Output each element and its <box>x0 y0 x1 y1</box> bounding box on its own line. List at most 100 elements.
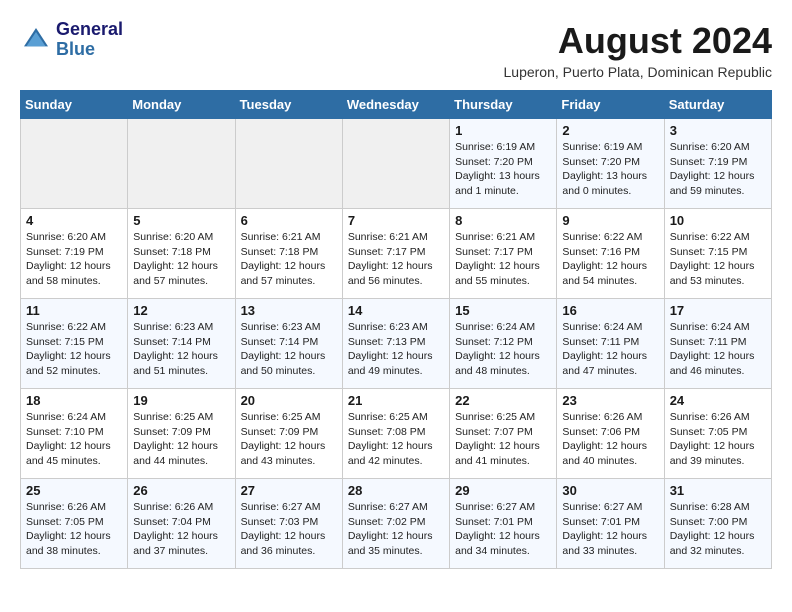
calendar-cell: 15Sunrise: 6:24 AM Sunset: 7:12 PM Dayli… <box>450 299 557 389</box>
week-row-4: 25Sunrise: 6:26 AM Sunset: 7:05 PM Dayli… <box>21 479 772 569</box>
day-info: Sunrise: 6:22 AM Sunset: 7:15 PM Dayligh… <box>670 230 766 289</box>
header-cell-sunday: Sunday <box>21 91 128 119</box>
calendar-cell: 31 Sunrise: 6:28 AM Sunset: 7:00 PM Dayli… <box>664 479 771 569</box>
day-number: 19 <box>133 393 229 408</box>
day-number: 27 <box>241 483 337 498</box>
logo: General Blue <box>20 20 123 60</box>
calendar-cell <box>21 119 128 209</box>
day-info: Sunrise: 6:22 AM Sunset: 7:15 PM Dayligh… <box>26 320 122 379</box>
day-number: 28 <box>348 483 444 498</box>
day-info: Sunrise: 6:22 AM Sunset: 7:16 PM Dayligh… <box>562 230 658 289</box>
day-number: 21 <box>348 393 444 408</box>
day-number: 11 <box>26 303 122 318</box>
logo-icon <box>20 24 52 56</box>
day-number: 8 <box>455 213 551 228</box>
calendar-cell <box>128 119 235 209</box>
calendar-cell: 29Sunrise: 6:27 AM Sunset: 7:01 PM Dayli… <box>450 479 557 569</box>
week-row-0: 1 Sunrise: 6:19 AM Sunset: 7:20 PM Daylig… <box>21 119 772 209</box>
calendar-cell: 19 Sunrise: 6:25 AM Sunset: 7:09 PM Dayli… <box>128 389 235 479</box>
day-number: 7 <box>348 213 444 228</box>
day-number: 17 <box>670 303 766 318</box>
logo-line2: Blue <box>56 40 123 60</box>
calendar-cell: 26 Sunrise: 6:26 AM Sunset: 7:04 PM Dayli… <box>128 479 235 569</box>
day-info: Sunrise: 6:25 AM Sunset: 7:07 PM Dayligh… <box>455 410 551 469</box>
calendar-cell: 23Sunrise: 6:26 AM Sunset: 7:06 PM Dayli… <box>557 389 664 479</box>
day-info: Sunrise: 6:27 AM Sunset: 7:01 PM Dayligh… <box>562 500 658 559</box>
day-number: 24 <box>670 393 766 408</box>
calendar-cell: 1 Sunrise: 6:19 AM Sunset: 7:20 PM Daylig… <box>450 119 557 209</box>
day-number: 3 <box>670 123 766 138</box>
calendar-table: SundayMondayTuesdayWednesdayThursdayFrid… <box>20 90 772 569</box>
calendar-cell: 12Sunrise: 6:23 AM Sunset: 7:14 PM Dayli… <box>128 299 235 389</box>
day-info: Sunrise: 6:21 AM Sunset: 7:17 PM Dayligh… <box>348 230 444 289</box>
day-number: 15 <box>455 303 551 318</box>
calendar-cell <box>342 119 449 209</box>
day-info: Sunrise: 6:20 AM Sunset: 7:19 PM Dayligh… <box>26 230 122 289</box>
day-info: Sunrise: 6:24 AM Sunset: 7:10 PM Dayligh… <box>26 410 122 469</box>
day-info: Sunrise: 6:27 AM Sunset: 7:01 PM Dayligh… <box>455 500 551 559</box>
day-number: 10 <box>670 213 766 228</box>
day-number: 5 <box>133 213 229 228</box>
day-number: 14 <box>348 303 444 318</box>
logo-line1: General <box>56 20 123 40</box>
day-info: Sunrise: 6:20 AM Sunset: 7:19 PM Dayligh… <box>670 140 766 199</box>
calendar-cell: 21 Sunrise: 6:25 AM Sunset: 7:08 PM Dayli… <box>342 389 449 479</box>
day-info: Sunrise: 6:25 AM Sunset: 7:08 PM Dayligh… <box>348 410 444 469</box>
day-info: Sunrise: 6:25 AM Sunset: 7:09 PM Dayligh… <box>133 410 229 469</box>
day-number: 26 <box>133 483 229 498</box>
day-info: Sunrise: 6:27 AM Sunset: 7:03 PM Dayligh… <box>241 500 337 559</box>
calendar-header: SundayMondayTuesdayWednesdayThursdayFrid… <box>21 91 772 119</box>
day-info: Sunrise: 6:23 AM Sunset: 7:13 PM Dayligh… <box>348 320 444 379</box>
title-section: August 2024 Luperon, Puerto Plata, Domin… <box>504 20 773 80</box>
day-info: Sunrise: 6:19 AM Sunset: 7:20 PM Dayligh… <box>455 140 551 199</box>
calendar-cell: 30 Sunrise: 6:27 AM Sunset: 7:01 PM Dayli… <box>557 479 664 569</box>
day-info: Sunrise: 6:21 AM Sunset: 7:18 PM Dayligh… <box>241 230 337 289</box>
day-number: 31 <box>670 483 766 498</box>
calendar-cell <box>235 119 342 209</box>
day-number: 13 <box>241 303 337 318</box>
calendar-cell: 6Sunrise: 6:21 AM Sunset: 7:18 PM Daylig… <box>235 209 342 299</box>
calendar-cell: 13 Sunrise: 6:23 AM Sunset: 7:14 PM Dayli… <box>235 299 342 389</box>
day-number: 20 <box>241 393 337 408</box>
day-number: 4 <box>26 213 122 228</box>
calendar-cell: 9Sunrise: 6:22 AM Sunset: 7:16 PM Daylig… <box>557 209 664 299</box>
month-year: August 2024 <box>504 20 773 62</box>
calendar-cell: 25Sunrise: 6:26 AM Sunset: 7:05 PM Dayli… <box>21 479 128 569</box>
calendar-cell: 3 Sunrise: 6:20 AM Sunset: 7:19 PM Daylig… <box>664 119 771 209</box>
logo-text: General Blue <box>56 20 123 60</box>
calendar-cell: 16Sunrise: 6:24 AM Sunset: 7:11 PM Dayli… <box>557 299 664 389</box>
calendar-cell: 4 Sunrise: 6:20 AM Sunset: 7:19 PM Daylig… <box>21 209 128 299</box>
day-info: Sunrise: 6:26 AM Sunset: 7:04 PM Dayligh… <box>133 500 229 559</box>
calendar-cell: 14 Sunrise: 6:23 AM Sunset: 7:13 PM Dayli… <box>342 299 449 389</box>
calendar-cell: 24Sunrise: 6:26 AM Sunset: 7:05 PM Dayli… <box>664 389 771 479</box>
calendar-cell: 11 Sunrise: 6:22 AM Sunset: 7:15 PM Dayli… <box>21 299 128 389</box>
week-row-2: 11 Sunrise: 6:22 AM Sunset: 7:15 PM Dayli… <box>21 299 772 389</box>
day-number: 18 <box>26 393 122 408</box>
day-info: Sunrise: 6:19 AM Sunset: 7:20 PM Dayligh… <box>562 140 658 199</box>
day-number: 23 <box>562 393 658 408</box>
day-info: Sunrise: 6:28 AM Sunset: 7:00 PM Dayligh… <box>670 500 766 559</box>
header-cell-tuesday: Tuesday <box>235 91 342 119</box>
day-info: Sunrise: 6:25 AM Sunset: 7:09 PM Dayligh… <box>241 410 337 469</box>
calendar-cell: 20 Sunrise: 6:25 AM Sunset: 7:09 PM Dayli… <box>235 389 342 479</box>
header-cell-thursday: Thursday <box>450 91 557 119</box>
header-cell-wednesday: Wednesday <box>342 91 449 119</box>
week-row-3: 18 Sunrise: 6:24 AM Sunset: 7:10 PM Dayli… <box>21 389 772 479</box>
day-info: Sunrise: 6:20 AM Sunset: 7:18 PM Dayligh… <box>133 230 229 289</box>
day-number: 25 <box>26 483 122 498</box>
calendar-cell: 28Sunrise: 6:27 AM Sunset: 7:02 PM Dayli… <box>342 479 449 569</box>
day-info: Sunrise: 6:24 AM Sunset: 7:11 PM Dayligh… <box>670 320 766 379</box>
header-cell-monday: Monday <box>128 91 235 119</box>
calendar-cell: 10 Sunrise: 6:22 AM Sunset: 7:15 PM Dayli… <box>664 209 771 299</box>
header-cell-friday: Friday <box>557 91 664 119</box>
day-number: 30 <box>562 483 658 498</box>
page-header: General Blue August 2024 Luperon, Puerto… <box>20 20 772 80</box>
calendar-cell: 7 Sunrise: 6:21 AM Sunset: 7:17 PM Daylig… <box>342 209 449 299</box>
day-info: Sunrise: 6:23 AM Sunset: 7:14 PM Dayligh… <box>241 320 337 379</box>
day-info: Sunrise: 6:23 AM Sunset: 7:14 PM Dayligh… <box>133 320 229 379</box>
calendar-cell: 18 Sunrise: 6:24 AM Sunset: 7:10 PM Dayli… <box>21 389 128 479</box>
calendar-body: 1 Sunrise: 6:19 AM Sunset: 7:20 PM Daylig… <box>21 119 772 569</box>
day-number: 22 <box>455 393 551 408</box>
header-row: SundayMondayTuesdayWednesdayThursdayFrid… <box>21 91 772 119</box>
day-number: 1 <box>455 123 551 138</box>
